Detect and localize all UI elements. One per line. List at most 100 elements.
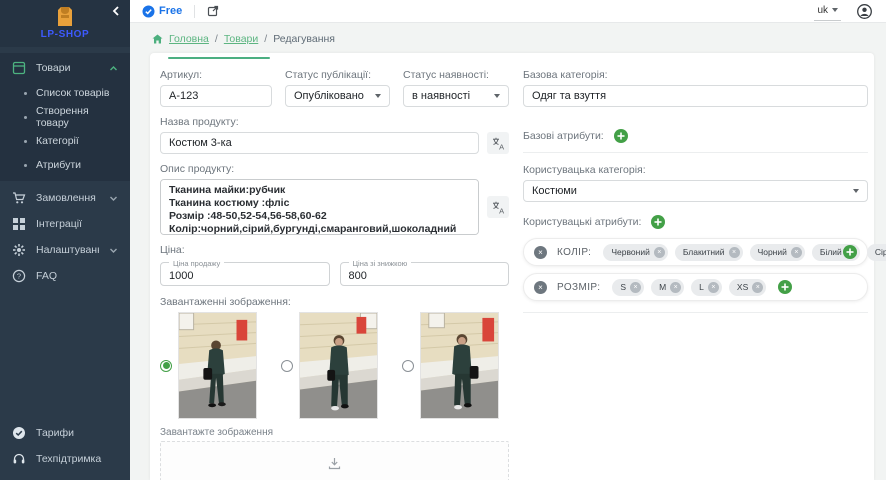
base-attributes-label: Базові атрибути:: [523, 130, 604, 142]
topbar-right: uk: [814, 2, 872, 21]
product-name-input[interactable]: [160, 132, 479, 154]
sidebar-item-label: Інтеграції: [36, 218, 118, 230]
remove-chip-button[interactable]: ×: [791, 247, 802, 258]
availability-status-select[interactable]: в наявності: [403, 85, 509, 107]
add-color-value-button[interactable]: [843, 245, 857, 259]
description-textarea[interactable]: Тканина майки:рубчик Тканина костюму :фл…: [160, 179, 479, 235]
product-photo-2[interactable]: [299, 312, 378, 419]
plus-icon: [781, 283, 789, 291]
base-category-label: Базова категорія:: [523, 69, 868, 81]
chip-value: Чорний×: [750, 244, 805, 261]
svg-text:A: A: [499, 142, 504, 150]
sidebar-subitem-categories[interactable]: Категорії: [0, 129, 130, 153]
sidebar-subitem-create-product[interactable]: Створення товару: [0, 105, 130, 129]
image-radio-3[interactable]: [402, 360, 414, 372]
sidebar-spacer: [0, 289, 130, 420]
sidebar-nav: Товари Список товарів Створення товару К…: [0, 47, 130, 480]
edit-product-card: Артикул: Статус публікації: Опубліковано: [150, 53, 874, 480]
remove-chip-button[interactable]: ×: [708, 282, 719, 293]
sidebar-subitem-product-list[interactable]: Список товарів: [0, 81, 130, 105]
remove-chip-button[interactable]: ×: [752, 282, 763, 293]
cart-icon: [12, 191, 26, 205]
chevron-down-icon: [109, 246, 118, 255]
sale-price-field: Ціна продажу: [160, 262, 330, 286]
caret-down-icon: [494, 94, 500, 98]
breadcrumb-home-link[interactable]: Головна: [169, 33, 209, 45]
translate-description-button[interactable]: A: [487, 196, 509, 218]
remove-color-attribute-button[interactable]: ×: [534, 246, 547, 259]
remove-chip-button[interactable]: ×: [630, 282, 641, 293]
topbar: Free uk: [130, 0, 886, 23]
sidebar-item-label: Техпідтримка: [36, 453, 118, 465]
sidebar-item-tariffs[interactable]: Тарифи: [0, 420, 130, 446]
publication-status-select[interactable]: Опубліковано: [285, 85, 390, 107]
chevron-down-icon: [109, 194, 118, 203]
remove-chip-button[interactable]: ×: [654, 247, 665, 258]
sidebar-collapse-button[interactable]: [112, 6, 120, 16]
image-radio-2[interactable]: [281, 360, 293, 372]
subitem-label: Створення товару: [36, 105, 122, 129]
sidebar-item-integrations[interactable]: Інтеграції: [0, 211, 130, 237]
publication-status-label: Статус публікації:: [285, 69, 390, 81]
content: Головна / Товари / Редагування Артикул:: [130, 23, 886, 480]
breadcrumb-products-link[interactable]: Товари: [224, 33, 258, 45]
sku-label: Артикул:: [160, 69, 272, 81]
remove-chip-button[interactable]: ×: [729, 247, 740, 258]
external-link-button[interactable]: [207, 5, 219, 17]
form-right-column: Базова категорія: Базові атрибути: Корис…: [523, 69, 868, 480]
chip-label: Блакитний: [683, 247, 725, 257]
user-avatar-icon: [857, 4, 872, 19]
upload-dropzone[interactable]: [160, 441, 509, 480]
bullet-icon: [24, 164, 27, 167]
selected-value: в наявності: [412, 90, 470, 102]
add-size-value-button[interactable]: [778, 280, 792, 294]
chevron-up-icon: [109, 64, 118, 73]
color-chips: Червоний× Блакитний× Чорний× Білий× Сіри…: [603, 244, 835, 261]
language-select[interactable]: uk: [814, 2, 841, 21]
plus-icon: [846, 248, 854, 256]
main-area: Free uk Головна / Товари: [130, 0, 886, 480]
plan-badge[interactable]: Free: [142, 5, 182, 18]
sidebar-item-products[interactable]: Товари: [0, 55, 130, 81]
subitem-label: Список товарів: [36, 87, 109, 99]
chip-value: XS×: [729, 279, 766, 296]
price-label: Ціна:: [160, 244, 509, 256]
add-base-attribute-button[interactable]: [614, 129, 628, 143]
image-option-3: [402, 312, 499, 419]
bullet-icon: [24, 140, 27, 143]
selected-value: Опубліковано: [294, 90, 364, 102]
subitem-label: Категорії: [36, 135, 79, 147]
language-code: uk: [817, 5, 828, 16]
sidebar-item-label: Товари: [36, 62, 99, 74]
sidebar-item-label: Налаштування: [36, 244, 99, 256]
add-custom-attribute-button[interactable]: [651, 215, 665, 229]
sidebar-item-settings[interactable]: Налаштування: [0, 237, 130, 263]
chip-value: S×: [612, 279, 644, 296]
account-button[interactable]: [857, 4, 872, 19]
product-photo-1[interactable]: [178, 312, 257, 419]
attribute-name: РОЗМІР:: [557, 282, 600, 293]
custom-category-select[interactable]: Костюми: [523, 180, 868, 202]
remove-chip-button[interactable]: ×: [670, 282, 681, 293]
discount-price-field: Ціна зі знижкою: [340, 262, 510, 286]
divider: [194, 5, 195, 18]
divider: [523, 312, 868, 313]
sku-input[interactable]: [160, 85, 272, 107]
sidebar-item-support[interactable]: Техпідтримка: [0, 446, 130, 472]
breadcrumb: Головна / Товари / Редагування: [152, 33, 874, 45]
sidebar-item-label: FAQ: [36, 270, 118, 282]
sidebar-item-label: Тарифи: [36, 427, 118, 439]
breadcrumb-separator: /: [264, 33, 267, 45]
sidebar-footer: Тарифи Техпідтримка: [0, 420, 130, 480]
translate-name-button[interactable]: A: [487, 132, 509, 154]
sidebar-item-faq[interactable]: ? FAQ: [0, 263, 130, 289]
product-photo-3[interactable]: [420, 312, 499, 419]
subitem-label: Атрибути: [36, 159, 81, 171]
remove-size-attribute-button[interactable]: ×: [534, 281, 547, 294]
breadcrumb-current-page: Редагування: [273, 33, 335, 45]
image-radio-1[interactable]: [160, 360, 172, 372]
base-category-input[interactable]: [523, 85, 868, 107]
sidebar-item-orders[interactable]: Замовлення: [0, 185, 130, 211]
sidebar-subitem-attributes[interactable]: Атрибути: [0, 153, 130, 177]
product-name-label: Назва продукту:: [160, 116, 509, 128]
